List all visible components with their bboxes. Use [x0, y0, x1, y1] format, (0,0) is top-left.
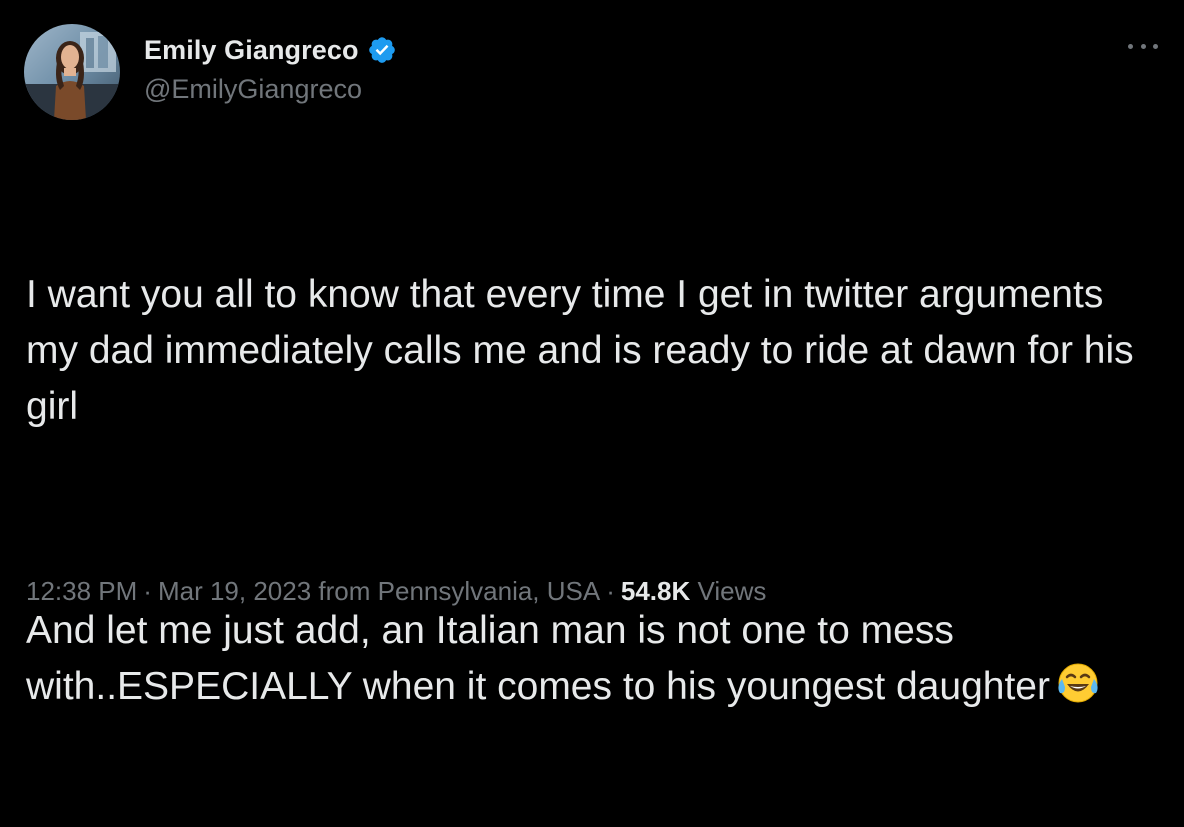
separator: · [143, 576, 152, 606]
avatar[interactable] [24, 24, 120, 120]
more-options-icon[interactable] [1128, 40, 1158, 52]
username-handle[interactable]: @EmilyGiangreco [144, 74, 397, 105]
avatar-image [24, 24, 120, 120]
views-count[interactable]: 54.8K [621, 576, 690, 606]
face-with-tears-of-joy-emoji [1056, 661, 1100, 705]
tweet-card: Emily Giangreco @EmilyGiangreco I want y… [0, 0, 1184, 708]
tweet-paragraph-1: I want you all to know that every time I… [26, 273, 1145, 428]
verified-badge-icon[interactable] [367, 35, 397, 65]
dot [1128, 43, 1133, 49]
tweet-date[interactable]: Mar 19, 2023 [158, 576, 311, 606]
tweet-time[interactable]: 12:38 PM [26, 576, 137, 606]
dot [1153, 43, 1158, 49]
tweet-paragraph-2-text: And let me just add, an Italian man is n… [26, 609, 1050, 708]
tweet-source: from Pennsylvania, USA [318, 576, 601, 606]
views-label[interactable]: Views [698, 576, 767, 606]
separator: · [606, 576, 615, 606]
author-info: Emily Giangreco @EmilyGiangreco [144, 30, 397, 105]
tweet-paragraph-2: And let me just add, an Italian man is n… [26, 603, 1156, 715]
name-row: Emily Giangreco [144, 30, 397, 70]
dot [1140, 43, 1146, 49]
tweet-meta: 12:38 PM · Mar 19, 2023 from Pennsylvania,… [26, 576, 766, 607]
tweet-text: I want you all to know that every time I… [26, 155, 1156, 827]
display-name[interactable]: Emily Giangreco [144, 35, 359, 66]
